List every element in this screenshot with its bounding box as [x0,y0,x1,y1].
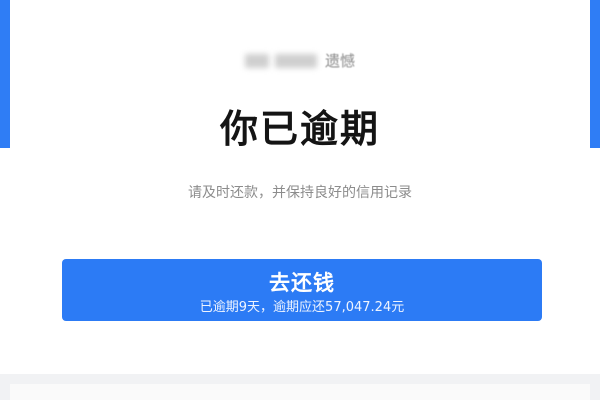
greeting-row: 遗憾 [10,50,590,71]
status-subtitle: 请及时还款，并保持良好的信用记录 [188,185,412,201]
page-title: 你已逾期 [219,107,380,151]
repay-button[interactable]: 去还钱 已逾期9天，逾期应还57,047.24元 [62,259,542,321]
right-accent-bar [590,0,600,148]
repay-button-label: 去还钱 [269,271,335,295]
overdue-amount-text: 已逾期9天，逾期应还57,047.24元 [199,300,405,315]
redacted-name-block [274,53,317,68]
next-card-edge [10,384,590,400]
redacted-name-block [244,53,269,68]
left-accent-bar [0,0,10,148]
greeting-text: 遗憾 [324,52,355,70]
